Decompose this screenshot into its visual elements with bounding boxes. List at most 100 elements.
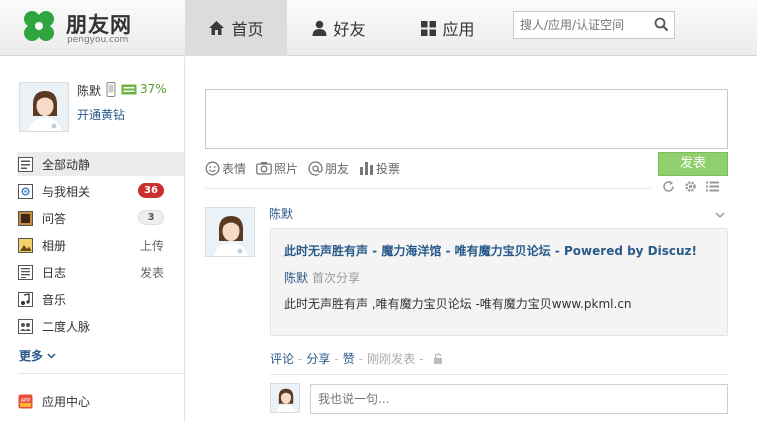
blog-icon (18, 264, 33, 280)
sidebar-item-label: 二度人脉 (42, 319, 91, 334)
clover-logo-icon (24, 11, 54, 41)
separator: - (358, 351, 364, 366)
tab-friends[interactable]: 好友 (294, 0, 384, 56)
svg-text:APP: APP (21, 398, 30, 404)
sidebar-item-label: 全部动静 (42, 157, 91, 172)
sidebar-item-all-feed[interactable]: 全部动静 (17, 152, 184, 176)
share-note: 首次分享 (312, 271, 361, 285)
sidebar-divider (18, 373, 184, 374)
home-icon (208, 20, 225, 36)
grid-icon (421, 20, 437, 36)
tab-home[interactable]: 首页 (185, 0, 287, 56)
person-icon (312, 20, 327, 36)
avatar-girl-icon (206, 208, 254, 256)
mention-friend-tool[interactable]: 朋友 (308, 160, 349, 177)
mobile-phone-icon (106, 82, 116, 100)
post-author-avatar[interactable] (205, 207, 255, 257)
tab-friends-label: 好友 (333, 20, 366, 39)
separator: - (334, 351, 339, 366)
sidebar-item-contacts[interactable]: 二度人脉 (18, 314, 184, 338)
sidebar-item-label: 应用中心 (42, 394, 91, 409)
share-meta: 陈默 首次分享 (284, 269, 360, 286)
shared-link-description: 此时无声胜有声 ,唯有魔力宝贝论坛 -唯有魔力宝贝www.pkml.cn (284, 297, 632, 311)
share-link[interactable]: 分享 (306, 350, 330, 367)
avatar-girl-icon (271, 384, 299, 412)
qa-icon (18, 210, 33, 226)
chevron-down-icon (47, 349, 56, 363)
gear-icon[interactable] (684, 180, 697, 196)
photo-tool[interactable]: 照片 (256, 160, 298, 177)
sidebar-item-label: 问答 (42, 211, 67, 226)
sidebar-item-qa[interactable]: 问答 3 (18, 206, 184, 230)
camera-icon (256, 161, 272, 175)
search-input[interactable] (514, 12, 649, 38)
left-sidebar: 陈默 37% 开通黄钻 全部动静 与我相关 36 问答 3 相册 上传 日志 发… (0, 57, 185, 422)
shared-link-card: 此时无声胜有声 - 魔力海洋馆 - 唯有魔力宝贝论坛 - Powered by … (270, 228, 728, 336)
feed-icon (18, 156, 33, 172)
refresh-icon[interactable] (662, 180, 675, 196)
bar-chart-icon (359, 161, 374, 175)
poll-tool[interactable]: 投票 (359, 160, 400, 177)
commenter-avatar (270, 383, 300, 413)
post-actions: 评论 - 分享 - 赞 - 刚刚发表 - (270, 350, 443, 367)
sidebar-item-label: 相册 (42, 238, 67, 253)
publish-blog-link[interactable]: 发表 (140, 264, 164, 281)
emoji-label: 表情 (222, 161, 247, 176)
more-label: 更多 (19, 349, 44, 363)
logo[interactable]: 朋友网 pengyou.com (20, 8, 140, 48)
more-link[interactable]: 更多 (19, 347, 56, 364)
music-icon (18, 291, 33, 307)
brand-domain: pengyou.com (67, 35, 129, 45)
search-icon[interactable] (654, 17, 669, 35)
mention-icon (18, 183, 33, 199)
search-box (513, 11, 675, 39)
emoji-tool[interactable]: 表情 (205, 160, 246, 177)
qa-count-badge: 3 (138, 210, 164, 225)
list-view-icon[interactable] (706, 180, 719, 196)
chevron-down-icon[interactable] (715, 208, 725, 222)
friend-label: 朋友 (325, 161, 350, 176)
separator: - (298, 351, 303, 366)
comment-divider (270, 374, 728, 375)
publish-button[interactable]: 发表 (658, 152, 728, 176)
like-link[interactable]: 赞 (343, 350, 355, 367)
sidebar-item-mentions[interactable]: 与我相关 36 (18, 179, 184, 203)
sidebar-item-blog[interactable]: 日志 发表 (18, 260, 184, 284)
top-header: 朋友网 pengyou.com 首页 好友 应用 (0, 0, 757, 56)
sidebar-item-album[interactable]: 相册 上传 (18, 233, 184, 257)
battery-icon (121, 84, 138, 98)
tab-apps-label: 应用 (442, 20, 475, 39)
mentions-count-badge: 36 (138, 183, 164, 198)
post-time: 刚刚发表 (367, 352, 416, 366)
sharer-name[interactable]: 陈默 (284, 271, 308, 285)
sidebar-item-label: 与我相关 (42, 184, 91, 199)
comment-link[interactable]: 评论 (270, 350, 294, 367)
album-icon (18, 237, 33, 253)
tab-home-label: 首页 (231, 20, 264, 39)
smiley-icon (205, 161, 220, 176)
sidebar-item-music[interactable]: 音乐 (18, 287, 184, 311)
status-composer[interactable] (205, 89, 728, 149)
avatar-girl-icon (20, 83, 68, 131)
poll-label: 投票 (376, 161, 401, 176)
battery-percentage: 37% (140, 82, 167, 96)
at-sign-icon (308, 160, 323, 176)
profile-avatar[interactable] (19, 82, 69, 132)
separator: - (419, 351, 424, 366)
sidebar-item-app-center[interactable]: APP 应用中心 (18, 389, 184, 413)
app-center-icon: APP (18, 394, 33, 409)
upload-link[interactable]: 上传 (140, 237, 164, 254)
contacts-icon (18, 318, 33, 334)
tab-apps[interactable]: 应用 (403, 0, 493, 56)
photo-label: 照片 (274, 161, 299, 176)
composer-toolbar: 表情 照片 朋友 投票 (205, 158, 410, 178)
composer-divider (205, 188, 651, 189)
comment-input[interactable] (310, 384, 728, 414)
feed-tools (662, 180, 719, 196)
lock-icon[interactable] (433, 353, 443, 364)
profile-name[interactable]: 陈默 (77, 82, 101, 99)
sidebar-item-label: 音乐 (42, 292, 67, 307)
post-author-name[interactable]: 陈默 (269, 205, 293, 222)
shared-link-title[interactable]: 此时无声胜有声 - 魔力海洋馆 - 唯有魔力宝贝论坛 - Powered by … (284, 242, 697, 259)
open-vip-link[interactable]: 开通黄钻 (77, 106, 125, 123)
